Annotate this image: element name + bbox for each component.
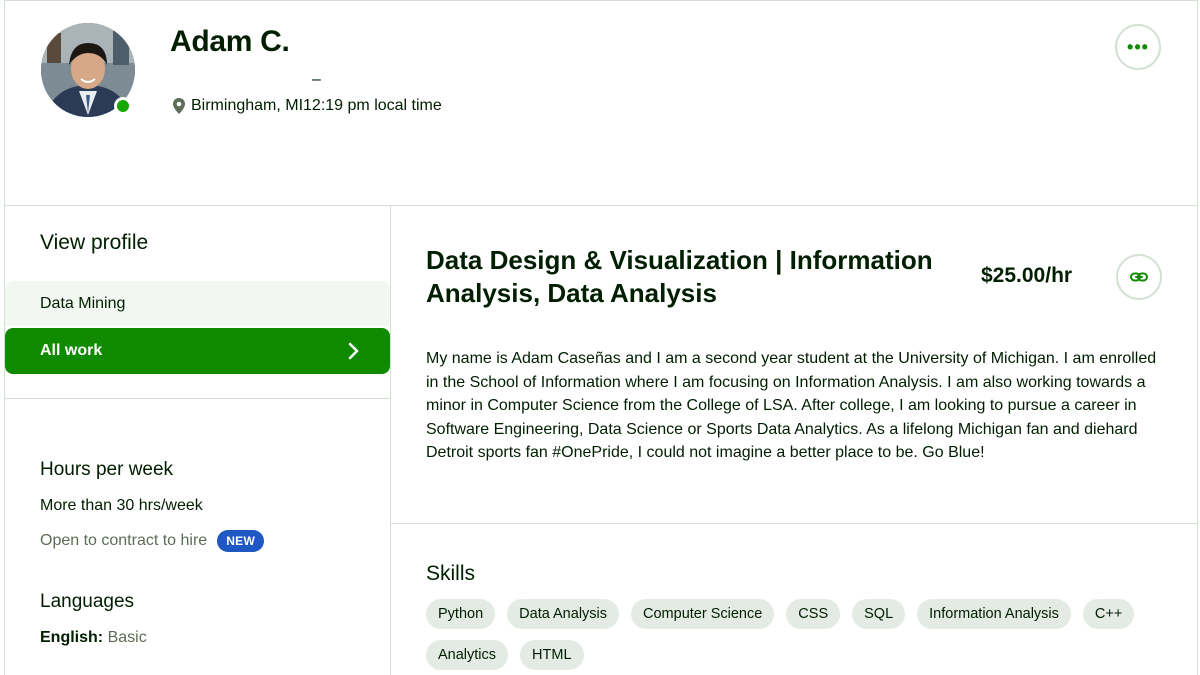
skill-tag[interactable]: Computer Science — [631, 599, 775, 629]
profile-header: Adam C. – Birmingham, MI 12:19 pm local t… — [5, 1, 1197, 206]
skill-tag[interactable]: HTML — [520, 640, 584, 670]
profile-overview: My name is Adam Caseñas and I am a secon… — [426, 350, 1157, 461]
language-level: Basic — [107, 629, 147, 646]
profile-name: Adam C. — [170, 25, 290, 58]
online-status-indicator — [114, 97, 132, 115]
sidebar: View profile Data Mining All work Hours … — [5, 206, 391, 675]
main-content: Data Design & Visualization | Informatio… — [391, 206, 1198, 675]
sidebar-divider — [5, 398, 390, 399]
language-row: English: Basic — [40, 629, 147, 647]
skill-tag[interactable]: Information Analysis — [917, 599, 1071, 629]
sidebar-item-label: Data Mining — [40, 294, 126, 312]
skill-tag[interactable]: CSS — [786, 599, 841, 629]
skill-tag[interactable]: Analytics — [426, 640, 509, 670]
link-icon — [1130, 272, 1148, 282]
location-text: Birmingham, MI — [191, 97, 304, 114]
skill-tag[interactable]: C++ — [1082, 599, 1135, 629]
sidebar-item-label: All work — [40, 342, 103, 359]
hours-per-week-value: More than 30 hrs/week — [40, 497, 203, 514]
view-profile-heading: View profile — [40, 231, 149, 254]
location-row: Birmingham, MI 12:19 pm local time — [171, 97, 442, 115]
local-time-text: 12:19 pm local time — [303, 97, 442, 114]
title-separator: – — [312, 71, 321, 88]
hourly-rate: $25.00/hr — [981, 264, 1073, 287]
chevron-right-icon — [348, 342, 359, 360]
more-horizontal-icon: ••• — [1127, 36, 1149, 57]
more-options-button[interactable]: ••• — [1115, 24, 1161, 70]
sidebar-item-all-work[interactable]: All work — [5, 328, 390, 374]
contract-to-hire-text: Open to contract to hire — [40, 532, 208, 549]
skill-tag[interactable]: Data Analysis — [507, 599, 620, 629]
copy-link-button[interactable] — [1116, 254, 1162, 300]
contract-to-hire-row: Open to contract to hire NEW — [40, 530, 265, 552]
skill-tag[interactable]: SQL — [852, 599, 906, 629]
main-divider — [391, 523, 1198, 524]
sidebar-item-data-mining[interactable]: Data Mining — [5, 281, 390, 326]
skills-list: Python Data Analysis Computer Science CS… — [426, 599, 1186, 670]
new-badge: NEW — [217, 530, 265, 552]
profile-card: Adam C. – Birmingham, MI 12:19 pm local t… — [4, 0, 1198, 675]
map-pin-icon — [173, 98, 185, 114]
skill-tag[interactable]: Python — [426, 599, 496, 629]
profile-title: Data Design & Visualization | Informatio… — [426, 245, 933, 308]
language-name: English: — [40, 629, 104, 646]
languages-heading: Languages — [40, 591, 135, 612]
hours-per-week-heading: Hours per week — [40, 459, 174, 480]
skills-heading: Skills — [426, 562, 476, 585]
